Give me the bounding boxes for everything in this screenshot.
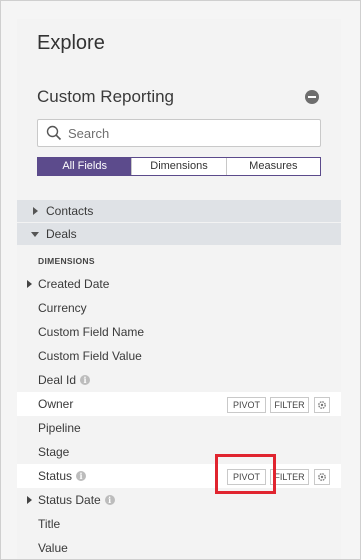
field-row-value[interactable]: Value [17,536,341,559]
gear-icon[interactable] [314,397,330,413]
tab-all-fields[interactable]: All Fields [38,158,132,175]
filter-button[interactable]: FILTER [270,469,309,485]
page-title: Explore [37,32,105,54]
field-label-text: Value [38,541,68,555]
field-row-currency[interactable]: Currency [17,296,341,320]
search-box[interactable] [37,119,321,147]
field-label-text: Stage [38,445,70,459]
field-label-text: Title [38,517,61,531]
chevron-right-icon[interactable] [27,496,32,504]
field-label-text: Owner [38,397,74,411]
field-row-stage[interactable]: Stage [17,440,341,464]
field-label-text: Custom Field Value [38,349,142,363]
field-label-text: Status [38,469,73,483]
info-icon: i [76,471,87,481]
chevron-down-icon [31,232,39,237]
chevron-right-icon[interactable] [27,280,32,288]
field-label-text: Custom Field Name [38,325,145,339]
explore-panel: Explore Custom Reporting All Fields Dime… [0,0,361,560]
group-label: Deals [46,227,77,241]
field-label-text: Deal Id [38,373,77,387]
field-label-text: Status Date [38,493,101,507]
pivot-button[interactable]: PIVOT [227,469,266,485]
field-row-pipeline[interactable]: Pipeline [17,416,341,440]
group-deals[interactable]: Deals [17,223,341,245]
field-row-status-date[interactable]: Status Date i [17,488,341,512]
field-label: Title [38,512,60,536]
field-label: Custom Field Value [38,344,142,368]
field-row-owner[interactable]: Owner PIVOT FILTER [17,392,341,416]
field-row-status[interactable]: Status i PIVOT FILTER [17,464,341,488]
pivot-button[interactable]: PIVOT [227,397,266,413]
gear-icon[interactable] [314,469,330,485]
field-label-text: Created Date [38,277,110,291]
info-icon: i [80,375,91,385]
field-type-tabs: All Fields Dimensions Measures [37,157,321,176]
field-label: Owner [38,392,73,416]
search-input[interactable] [68,123,308,143]
info-icon: i [104,495,115,505]
dimensions-section-label: DIMENSIONS [38,256,95,266]
field-label: Currency [38,296,87,320]
field-row-custom-field-value[interactable]: Custom Field Value [17,344,341,368]
field-row-title[interactable]: Title [17,512,341,536]
field-label: Deal Id i [38,368,91,392]
field-label: Custom Field Name [38,320,144,344]
field-label: Pipeline [38,416,81,440]
field-row-custom-field-name[interactable]: Custom Field Name [17,320,341,344]
tab-measures[interactable]: Measures [225,158,320,175]
field-label: Status Date i [38,488,115,512]
chevron-right-icon [33,207,38,215]
field-label: Created Date [38,272,109,296]
field-label: Value [38,536,68,559]
field-row-deal-id[interactable]: Deal Id i [17,368,341,392]
group-contacts[interactable]: Contacts [17,200,341,222]
custom-reporting-panel: Custom Reporting All Fields Dimensions M… [17,71,341,559]
field-row-created-date[interactable]: Created Date [17,272,341,296]
explore-header: Explore [17,19,341,72]
search-icon [46,125,62,141]
filter-button[interactable]: FILTER [270,397,309,413]
tab-dimensions[interactable]: Dimensions [131,158,226,175]
field-label: Status i [38,464,87,488]
field-label: Stage [38,440,69,464]
field-label-text: Currency [38,301,87,315]
group-label: Contacts [46,204,94,218]
custom-reporting-title: Custom Reporting [37,87,175,106]
minus-circle-icon[interactable] [305,90,319,104]
field-label-text: Pipeline [38,421,81,435]
